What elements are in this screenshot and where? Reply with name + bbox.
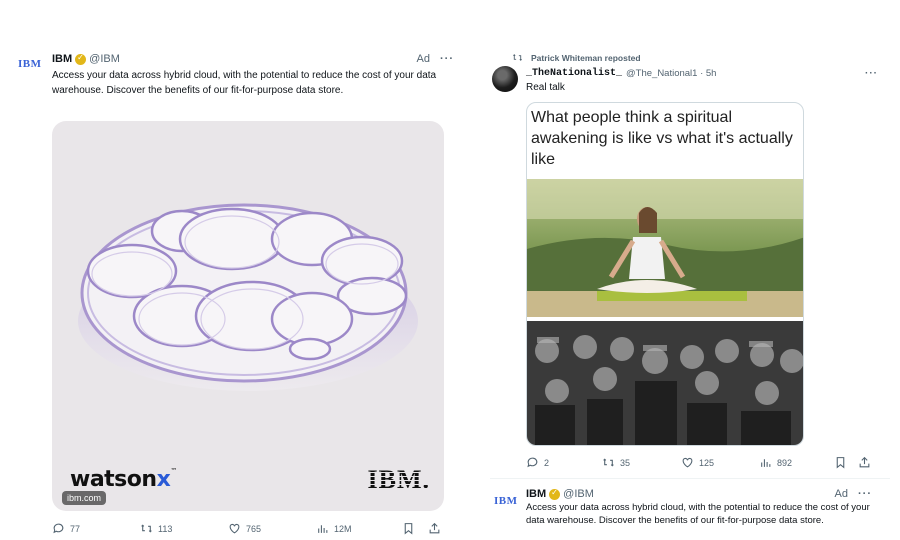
verified-badge-icon	[549, 488, 561, 500]
ibm-avatar[interactable]: IBM	[18, 58, 48, 72]
tweet-actions: 77 113 765 12M	[52, 522, 444, 535]
ad-label: Ad	[834, 488, 848, 500]
views-button[interactable]: 892	[759, 456, 834, 469]
link-url-pill[interactable]: ibm.com	[62, 491, 107, 505]
ibm-ad-tweet-2[interactable]: IBM IBM @IBM Ad ··· Access your data acr…	[490, 478, 890, 540]
views-count: 892	[777, 457, 793, 468]
repost-icon	[141, 524, 152, 533]
timeline: IBM IBM @IBM Ad ··· Access your data acr…	[0, 0, 900, 540]
repost-indicator: Patrick Whiteman reposted	[512, 52, 641, 63]
meme-image[interactable]: What people think a spiritual awakening …	[526, 102, 804, 446]
author-name[interactable]: _TheNationalist_	[526, 68, 622, 79]
repost-button[interactable]: 35	[602, 456, 681, 469]
heart-icon	[682, 457, 693, 468]
bookmark-button[interactable]	[402, 522, 428, 535]
reply-count: 2	[544, 457, 550, 468]
watsonx-logo: watsonx™	[70, 467, 177, 492]
like-count: 765	[246, 523, 262, 534]
tweet-text: Access your data across hybrid cloud, wi…	[52, 70, 437, 96]
tweet-text: Access your data across hybrid cloud, wi…	[526, 502, 870, 526]
like-button[interactable]: 125	[681, 456, 759, 469]
reply-icon	[527, 457, 538, 468]
share-button[interactable]	[428, 522, 441, 535]
views-icon	[761, 459, 771, 467]
author-handle[interactable]: @IBM	[89, 53, 120, 65]
views-icon	[318, 525, 328, 533]
verified-badge-icon	[75, 53, 87, 65]
repost-count: 113	[158, 523, 173, 534]
author-handle[interactable]: @The_National1 · 5h	[626, 68, 716, 79]
repost-count: 35	[620, 457, 631, 468]
meme-caption: What people think a spiritual awakening …	[531, 109, 793, 168]
tweet-header: _TheNationalist_ @The_National1 · 5h ···	[526, 66, 878, 80]
avatar[interactable]	[492, 66, 518, 92]
tweet-actions: 2 35 125 892	[526, 456, 876, 469]
author-name[interactable]: IBM	[52, 53, 72, 65]
bookmark-icon	[836, 457, 845, 469]
reply-count: 77	[70, 523, 81, 534]
author-name[interactable]: IBM	[526, 488, 546, 500]
share-icon	[859, 456, 870, 468]
repost-icon	[603, 458, 614, 467]
views-button[interactable]: 12M	[316, 522, 402, 535]
repost-by-text[interactable]: Patrick Whiteman reposted	[531, 53, 641, 63]
ad-label: Ad	[416, 53, 430, 65]
share-button[interactable]	[858, 456, 871, 469]
tweet-header: IBM @IBM Ad ···	[52, 50, 454, 68]
bookmark-button[interactable]	[834, 456, 858, 469]
ibm-ad-tweet[interactable]: IBM IBM @IBM Ad ··· Access your data acr…	[14, 46, 454, 540]
ibm-avatar[interactable]: IBM	[494, 495, 524, 509]
more-options-icon[interactable]: ···	[865, 68, 878, 79]
reply-icon	[53, 523, 64, 534]
ibm-logo: IBM.	[367, 465, 430, 494]
tweet-text: Real talk	[526, 82, 565, 93]
meditation-photo	[527, 179, 803, 317]
like-count: 125	[699, 457, 715, 468]
reply-button[interactable]: 2	[526, 456, 602, 469]
repost-button[interactable]: 113	[140, 522, 228, 535]
reposted-tweet[interactable]: Patrick Whiteman reposted _TheNationalis…	[490, 46, 890, 476]
more-options-icon[interactable]: ···	[440, 53, 454, 65]
share-icon	[429, 522, 440, 534]
repost-icon	[513, 54, 522, 61]
group-photo	[527, 321, 803, 445]
heart-icon	[229, 523, 240, 534]
reply-button[interactable]: 77	[52, 522, 140, 535]
like-button[interactable]: 765	[228, 522, 316, 535]
abstract-rings-artwork	[78, 203, 418, 391]
ad-media-card[interactable]: watsonx™ IBM. ibm.com	[52, 121, 444, 511]
views-count: 12M	[334, 523, 352, 534]
more-options-icon[interactable]: ···	[858, 488, 872, 500]
bookmark-icon	[404, 523, 413, 535]
author-handle[interactable]: @IBM	[563, 488, 594, 500]
